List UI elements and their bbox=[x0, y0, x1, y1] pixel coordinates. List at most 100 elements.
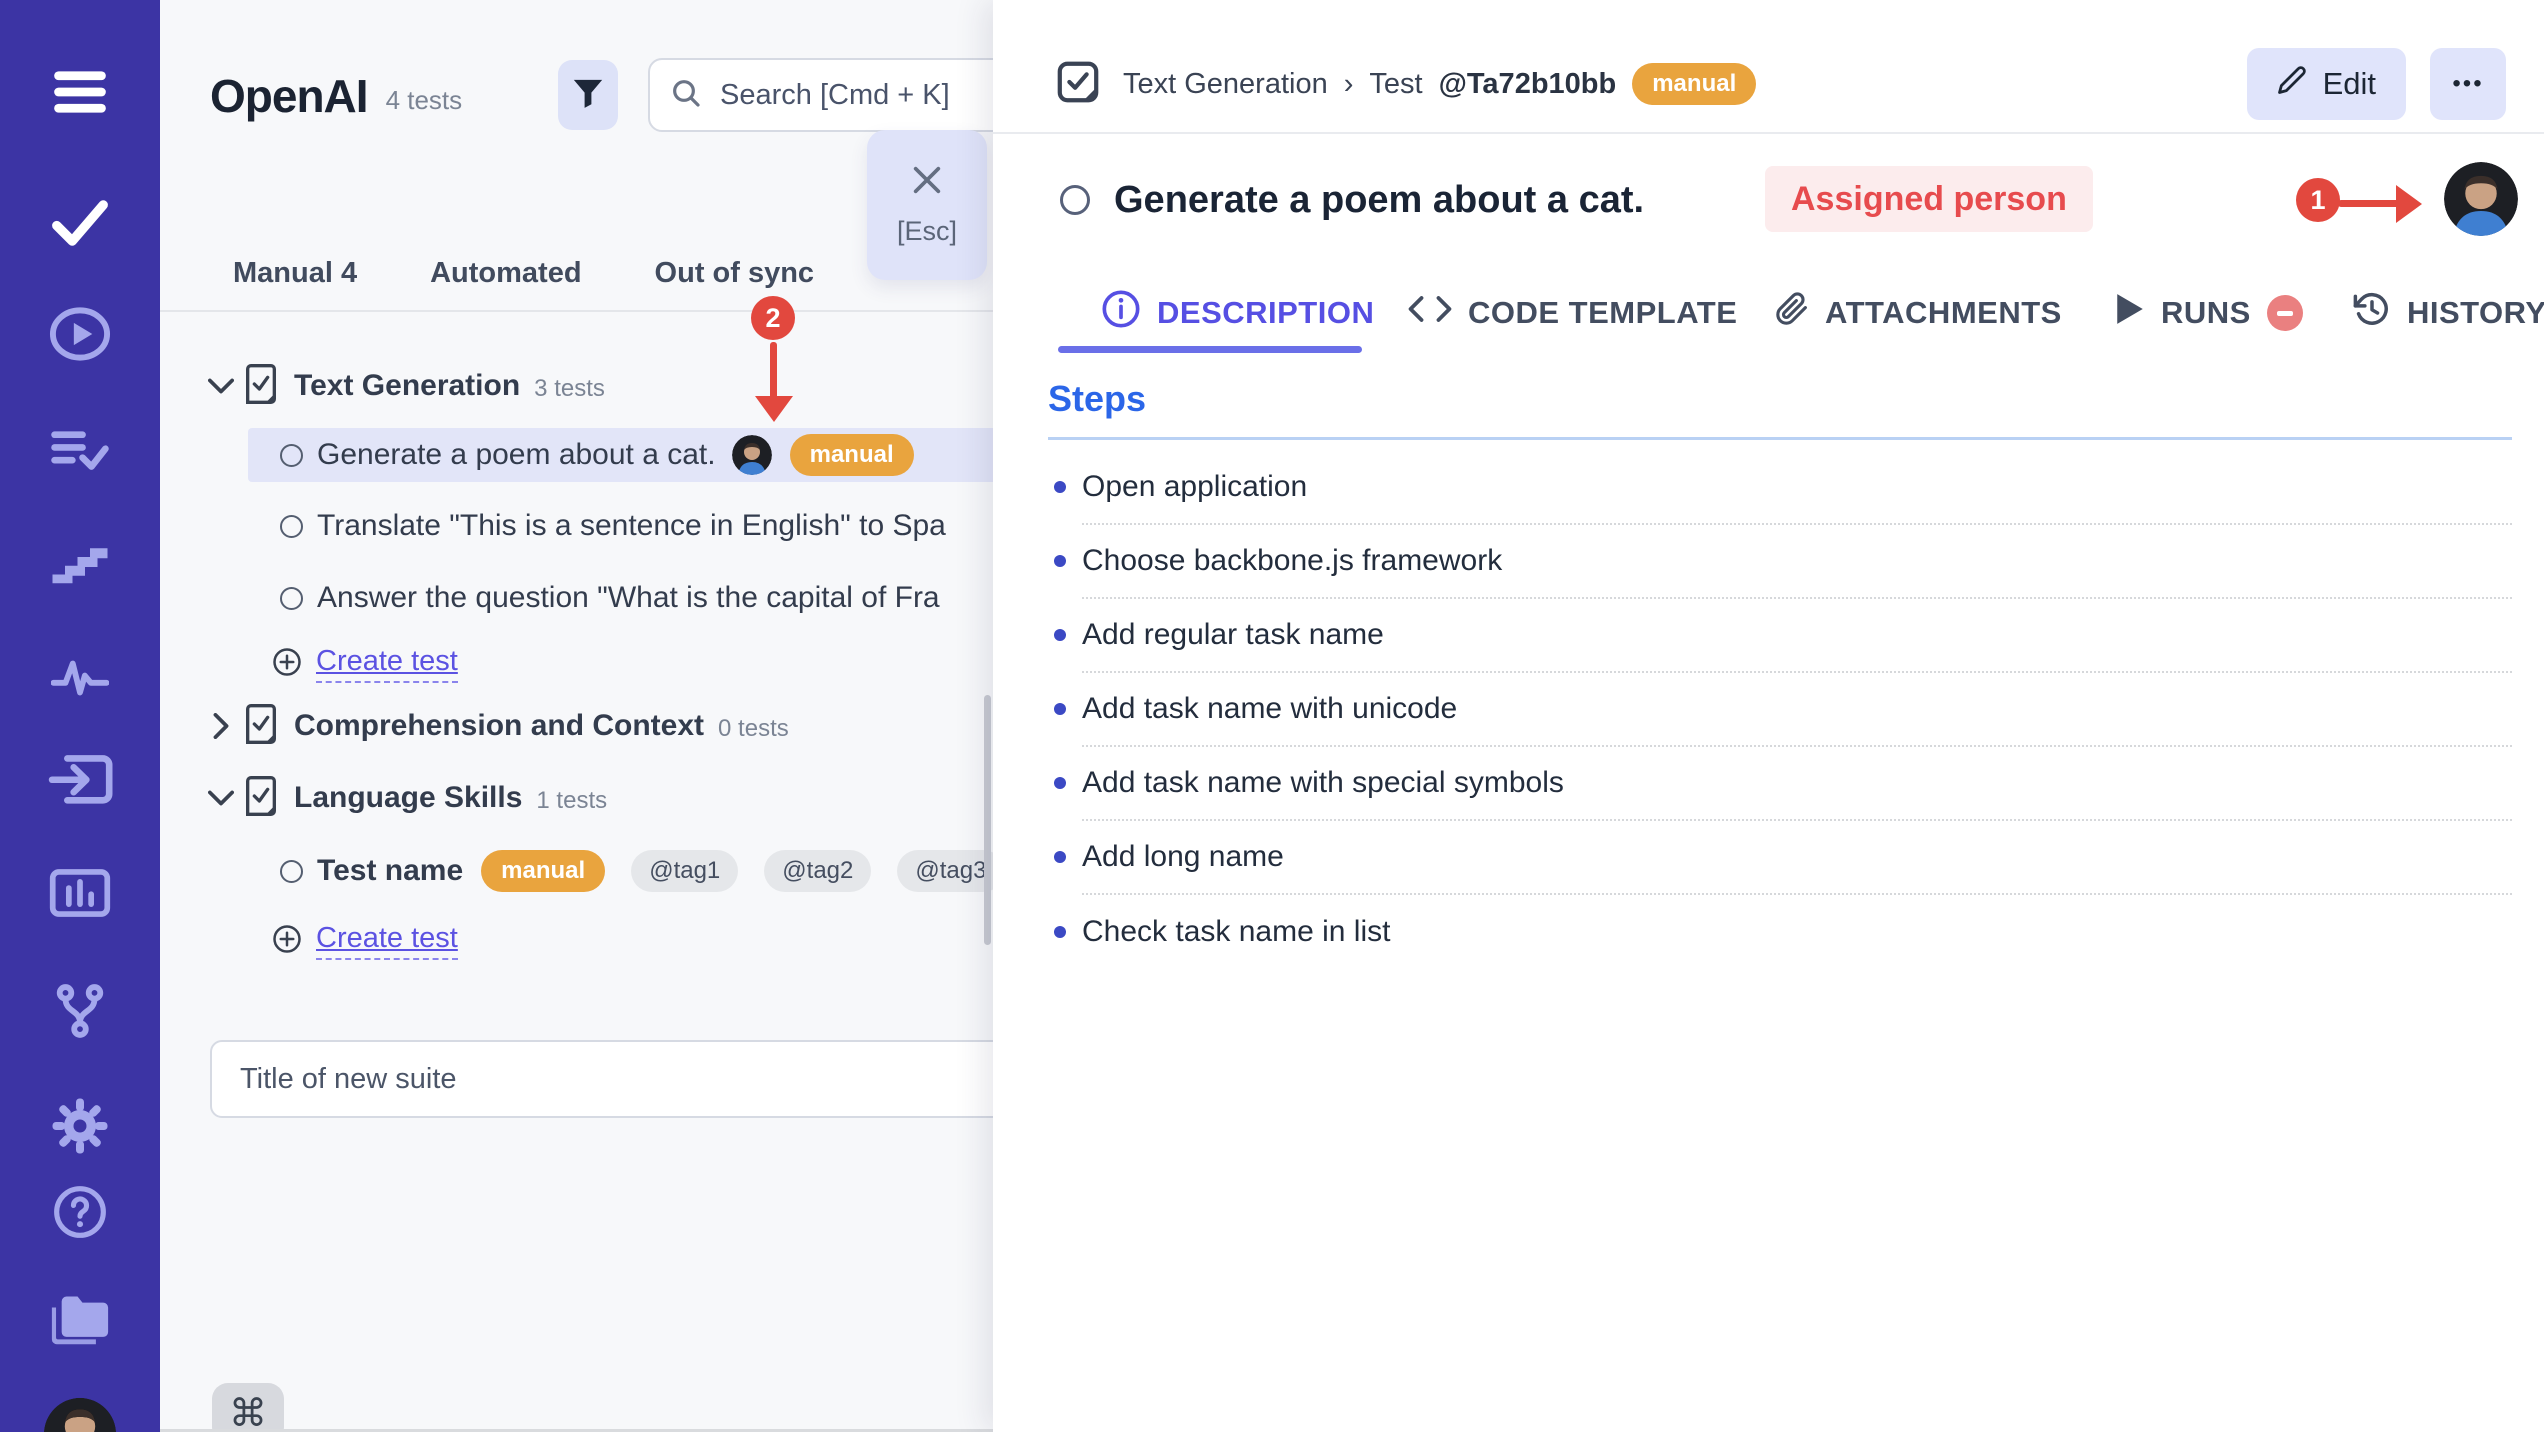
runs-blocked-badge bbox=[2267, 295, 2303, 331]
test-status-icon bbox=[280, 515, 303, 538]
step-item: Check task name in list bbox=[1082, 895, 2512, 969]
menu-icon[interactable] bbox=[49, 66, 111, 118]
command-key-button[interactable]: ⌘ bbox=[212, 1383, 284, 1432]
tab-label: HISTORY bbox=[2407, 295, 2544, 331]
list-check-icon[interactable] bbox=[49, 422, 111, 478]
help-icon[interactable] bbox=[52, 1184, 108, 1240]
steps-heading: Steps bbox=[1048, 378, 1146, 420]
test-status-icon bbox=[280, 444, 303, 467]
project-title: OpenAI bbox=[210, 69, 368, 123]
suite-doc-icon bbox=[244, 776, 278, 821]
esc-hint-label: [Esc] bbox=[897, 216, 957, 247]
app-window: OpenAI 4 tests [Esc] Manual 4 Automated … bbox=[0, 0, 2544, 1432]
suites-panel: OpenAI 4 tests [Esc] Manual 4 Automated … bbox=[160, 0, 993, 1432]
search-input[interactable] bbox=[718, 78, 993, 113]
chevron-down-icon[interactable] bbox=[206, 789, 236, 807]
create-test-row-2[interactable]: Create test bbox=[160, 915, 993, 967]
test-row-answer-question[interactable]: Answer the question "What is the capital… bbox=[160, 572, 993, 624]
sign-in-icon[interactable] bbox=[47, 752, 113, 808]
test-label: Answer the question "What is the capital… bbox=[317, 581, 940, 615]
stairs-icon[interactable] bbox=[50, 538, 110, 586]
new-suite-input[interactable] bbox=[210, 1040, 993, 1118]
test-status-icon[interactable] bbox=[1060, 185, 1090, 215]
more-options-button[interactable]: ••• bbox=[2430, 48, 2506, 120]
chevron-down-icon[interactable] bbox=[206, 377, 236, 395]
manual-badge: manual bbox=[1632, 63, 1756, 105]
search-icon bbox=[670, 77, 702, 114]
pencil-icon bbox=[2277, 65, 2307, 103]
step-item: Add long name bbox=[1082, 821, 2512, 895]
tab-attachments[interactable]: ATTACHMENTS bbox=[1775, 280, 2062, 346]
panel-scrollbar[interactable] bbox=[984, 695, 991, 945]
test-label: Generate a poem about a cat. bbox=[317, 438, 716, 472]
folder-icon[interactable] bbox=[47, 1292, 113, 1350]
tab-code-template[interactable]: CODE TEMPLATE bbox=[1408, 280, 1737, 346]
tab-out-of-sync[interactable]: Out of sync bbox=[655, 257, 815, 290]
test-label: Test name bbox=[317, 854, 463, 888]
suite-label: Comprehension and Context bbox=[294, 709, 704, 743]
chevron-right-icon[interactable] bbox=[206, 713, 236, 739]
test-detail-panel: Text Generation › Test @Ta72b10bb manual… bbox=[993, 0, 2544, 1432]
main-sidebar bbox=[0, 0, 160, 1432]
create-test-link[interactable]: Create test bbox=[316, 922, 458, 960]
tab-label: ATTACHMENTS bbox=[1825, 295, 2062, 331]
tab-runs[interactable]: RUNS bbox=[2115, 280, 2303, 346]
tabs-divider bbox=[160, 310, 993, 312]
step-item: Choose backbone.js framework bbox=[1082, 525, 2512, 599]
paperclip-icon bbox=[1775, 289, 1809, 337]
steps-heading-rule bbox=[1048, 437, 2512, 440]
tag-chip[interactable]: @tag2 bbox=[764, 850, 871, 892]
gear-icon[interactable] bbox=[50, 1096, 110, 1156]
suite-row-language-skills[interactable]: Language Skills 1 tests bbox=[160, 772, 993, 824]
suite-doc-icon bbox=[244, 364, 278, 409]
play-circle-icon[interactable] bbox=[48, 306, 112, 362]
tab-description[interactable]: DESCRIPTION bbox=[1101, 280, 1374, 346]
project-tests-count: 4 tests bbox=[386, 85, 463, 116]
filter-button[interactable] bbox=[558, 60, 618, 130]
tag-chip[interactable]: @tag3 bbox=[897, 850, 993, 892]
suite-row-comprehension[interactable]: Comprehension and Context 0 tests bbox=[160, 700, 993, 752]
esc-hint-card[interactable]: [Esc] bbox=[867, 130, 987, 280]
step-item: Add task name with special symbols bbox=[1082, 747, 2512, 821]
breadcrumb-separator: › bbox=[1344, 68, 1354, 101]
tab-history[interactable]: HISTORY bbox=[2353, 280, 2544, 346]
sidebar-user-avatar[interactable] bbox=[42, 1396, 118, 1432]
test-row-generate-poem[interactable]: Generate a poem about a cat. manual bbox=[248, 428, 993, 482]
tests-check-icon[interactable] bbox=[49, 194, 111, 252]
test-row-translate[interactable]: Translate "This is a sentence in English… bbox=[160, 500, 993, 552]
breadcrumb: Text Generation › Test @Ta72b10bb manual bbox=[1123, 63, 1756, 105]
search-box[interactable] bbox=[648, 58, 993, 132]
create-test-row-1[interactable]: Create test bbox=[160, 638, 993, 690]
git-branch-icon[interactable] bbox=[51, 982, 109, 1040]
suite-count: 3 tests bbox=[534, 375, 605, 403]
tag-chip[interactable]: @tag1 bbox=[631, 850, 738, 892]
test-status-icon bbox=[280, 587, 303, 610]
tab-manual[interactable]: Manual 4 bbox=[233, 257, 357, 290]
pulse-icon[interactable] bbox=[51, 656, 109, 700]
manual-badge: manual bbox=[790, 434, 914, 476]
step-item: Add regular task name bbox=[1082, 599, 2512, 673]
step-item: Open application bbox=[1082, 451, 2512, 525]
annotation-marker-1: 1 bbox=[2296, 178, 2340, 222]
edit-button[interactable]: Edit bbox=[2247, 48, 2406, 120]
assignee-avatar[interactable] bbox=[2444, 162, 2518, 236]
filter-funnel-icon bbox=[572, 77, 604, 114]
suite-doc-icon bbox=[244, 704, 278, 749]
suite-label: Text Generation bbox=[294, 369, 520, 403]
tab-automated[interactable]: Automated bbox=[430, 257, 581, 290]
breadcrumb-suite[interactable]: Text Generation bbox=[1123, 68, 1328, 101]
breadcrumb-test-id: @Ta72b10bb bbox=[1439, 68, 1617, 101]
history-clock-icon bbox=[2353, 290, 2391, 336]
create-test-link[interactable]: Create test bbox=[316, 645, 458, 683]
active-tab-underline bbox=[1058, 346, 1362, 353]
test-row-test-name[interactable]: Test name manual @tag1 @tag2 @tag3 bbox=[160, 845, 993, 897]
close-icon[interactable] bbox=[910, 163, 944, 202]
code-icon bbox=[1408, 293, 1452, 333]
manual-badge: manual bbox=[481, 850, 605, 892]
suite-row-text-generation[interactable]: Text Generation 3 tests bbox=[160, 360, 993, 412]
tab-label: DESCRIPTION bbox=[1157, 295, 1374, 331]
test-label: Translate "This is a sentence in English… bbox=[317, 509, 946, 543]
test-title: Generate a poem about a cat. bbox=[1114, 179, 1644, 222]
assignee-avatar bbox=[732, 435, 772, 475]
bar-chart-icon[interactable] bbox=[49, 868, 111, 918]
